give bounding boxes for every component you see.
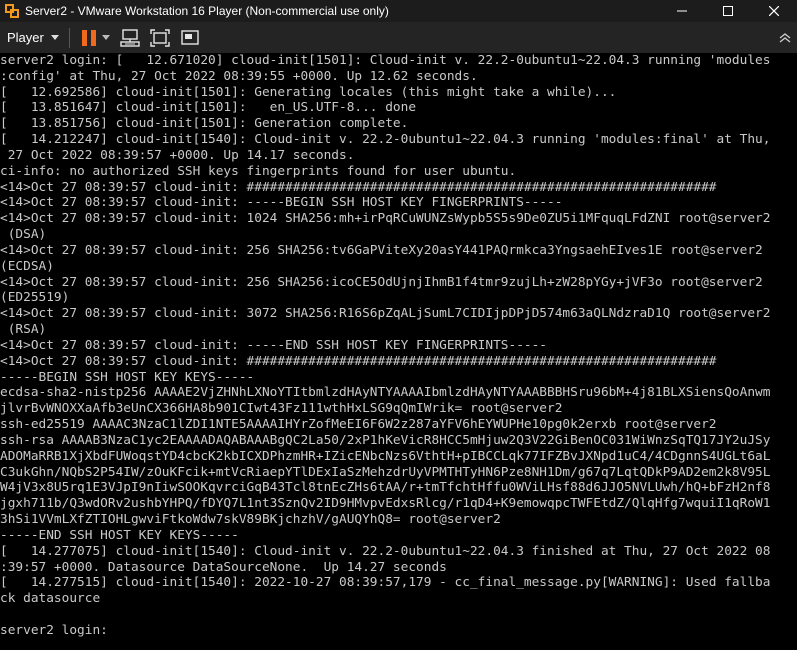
console-line: [ 13.851756] cloud-init[1501]: Generatio… [0,116,409,132]
console-line: server2 login: [0,622,108,638]
console-line: [ 12.692586] cloud-init[1501]: Generatin… [0,84,617,100]
console-line: <14>Oct 27 08:39:57 cloud-init: 256 SHA2… [0,274,763,290]
console-line: ssh-ed25519 AAAAC3NzaC1lZDI1NTE5AAAAIHYr… [0,417,717,433]
fit-guest-icon[interactable] [150,28,170,47]
console-line: [ 14.277515] cloud-init[1540]: 2022-10-2… [0,575,771,591]
console-line: ci-info: no authorized SSH keys fingerpr… [0,163,517,179]
console-line: [ 14.212247] cloud-init[1540]: Cloud-ini… [0,132,771,148]
player-toolbar: Player [0,22,797,53]
send-ctrl-alt-del-icon[interactable] [120,28,140,47]
console-line: :config' at Thu, 27 Oct 2022 08:39:55 +0… [0,68,478,84]
pause-button[interactable] [76,22,110,53]
console-line: ssh-rsa AAAAB3NzaC1yc2EAAAADAQABAAABgQC2… [0,432,771,448]
collapse-toolbar-icon[interactable] [779,32,791,43]
maximize-icon[interactable] [705,0,751,22]
console-line: <14>Oct 27 08:39:57 cloud-init: -----BEG… [0,195,563,211]
window-titlebar: Server2 - VMware Workstation 16 Player (… [0,0,797,22]
console-line: (ECDSA) [0,258,54,274]
close-icon[interactable] [751,0,797,22]
console-line: <14>Oct 27 08:39:57 cloud-init: 256 SHA2… [0,242,763,258]
console-line: C3ukGhn/NQbS2P54IW/zOuKFcik+mtVcRiaepYTl… [0,464,771,480]
console-line: jlvrBvWNOXXaAfb3eUnCX366HA8b901CIwt43Fz1… [0,401,563,417]
vm-console-screen[interactable]: server2 login: [ 12.671020] cloud-init[1… [0,53,797,650]
chevron-down-icon [50,35,59,40]
console-line: ecdsa-sha2-nistp256 AAAAE2VjZHNhLXNoYTIt… [0,385,771,401]
console-line: jgxh711b/Q3wdORv2ushbYHPQ/fDYQ7L1nt3SznQ… [0,496,771,512]
console-line: [ 14.277075] cloud-init[1540]: Cloud-ini… [0,543,771,559]
console-line: [ 13.851647] cloud-init[1501]: en_US.UTF… [0,100,417,116]
console-line: (DSA) [0,227,47,243]
console-line: <14>Oct 27 08:39:57 cloud-init: 3072 SHA… [0,306,771,322]
player-menu-button[interactable]: Player [0,22,65,53]
vmware-icon [5,4,19,18]
chevron-down-icon[interactable] [101,35,110,40]
console-line: server2 login: [ 12.671020] cloud-init[1… [0,53,771,68]
pause-icon [81,29,96,46]
unity-icon[interactable] [180,29,200,47]
console-line: <14>Oct 27 08:39:57 cloud-init: 1024 SHA… [0,211,771,227]
console-line: <14>Oct 27 08:39:57 cloud-init: ########… [0,353,717,369]
console-line: ADOMaRRB1XjXbdFUWoqstYD4cbcK2kbICXDPhzmH… [0,448,771,464]
minimize-icon[interactable] [659,0,705,22]
window-title: Server2 - VMware Workstation 16 Player (… [25,4,389,18]
console-line: ck datasource [0,591,101,607]
console-line: 27 Oct 2022 08:39:57 +0000. Up 14.17 sec… [0,147,355,163]
console-line: 3hSi1VVmLXfZTIOHLgwviFtkoWdw7skV89BKjchz… [0,512,501,528]
console-line: <14>Oct 27 08:39:57 cloud-init: -----END… [0,337,548,353]
console-line: :39:57 +0000. Datasource DataSourceNone.… [0,559,447,575]
console-line: -----END SSH HOST KEY KEYS----- [0,527,239,543]
toolbar-divider [68,27,70,48]
console-line: <14>Oct 27 08:39:57 cloud-init: ########… [0,179,717,195]
console-line: W4jV3x8U5rq1E3VJpI9nIiwSOOKqvrciGqB43Tcl… [0,480,771,496]
console-line: -----BEGIN SSH HOST KEY KEYS----- [0,369,255,385]
console-line: (ED25519) [0,290,70,306]
console-line: (RSA) [0,322,47,338]
player-menu-label: Player [7,30,44,45]
